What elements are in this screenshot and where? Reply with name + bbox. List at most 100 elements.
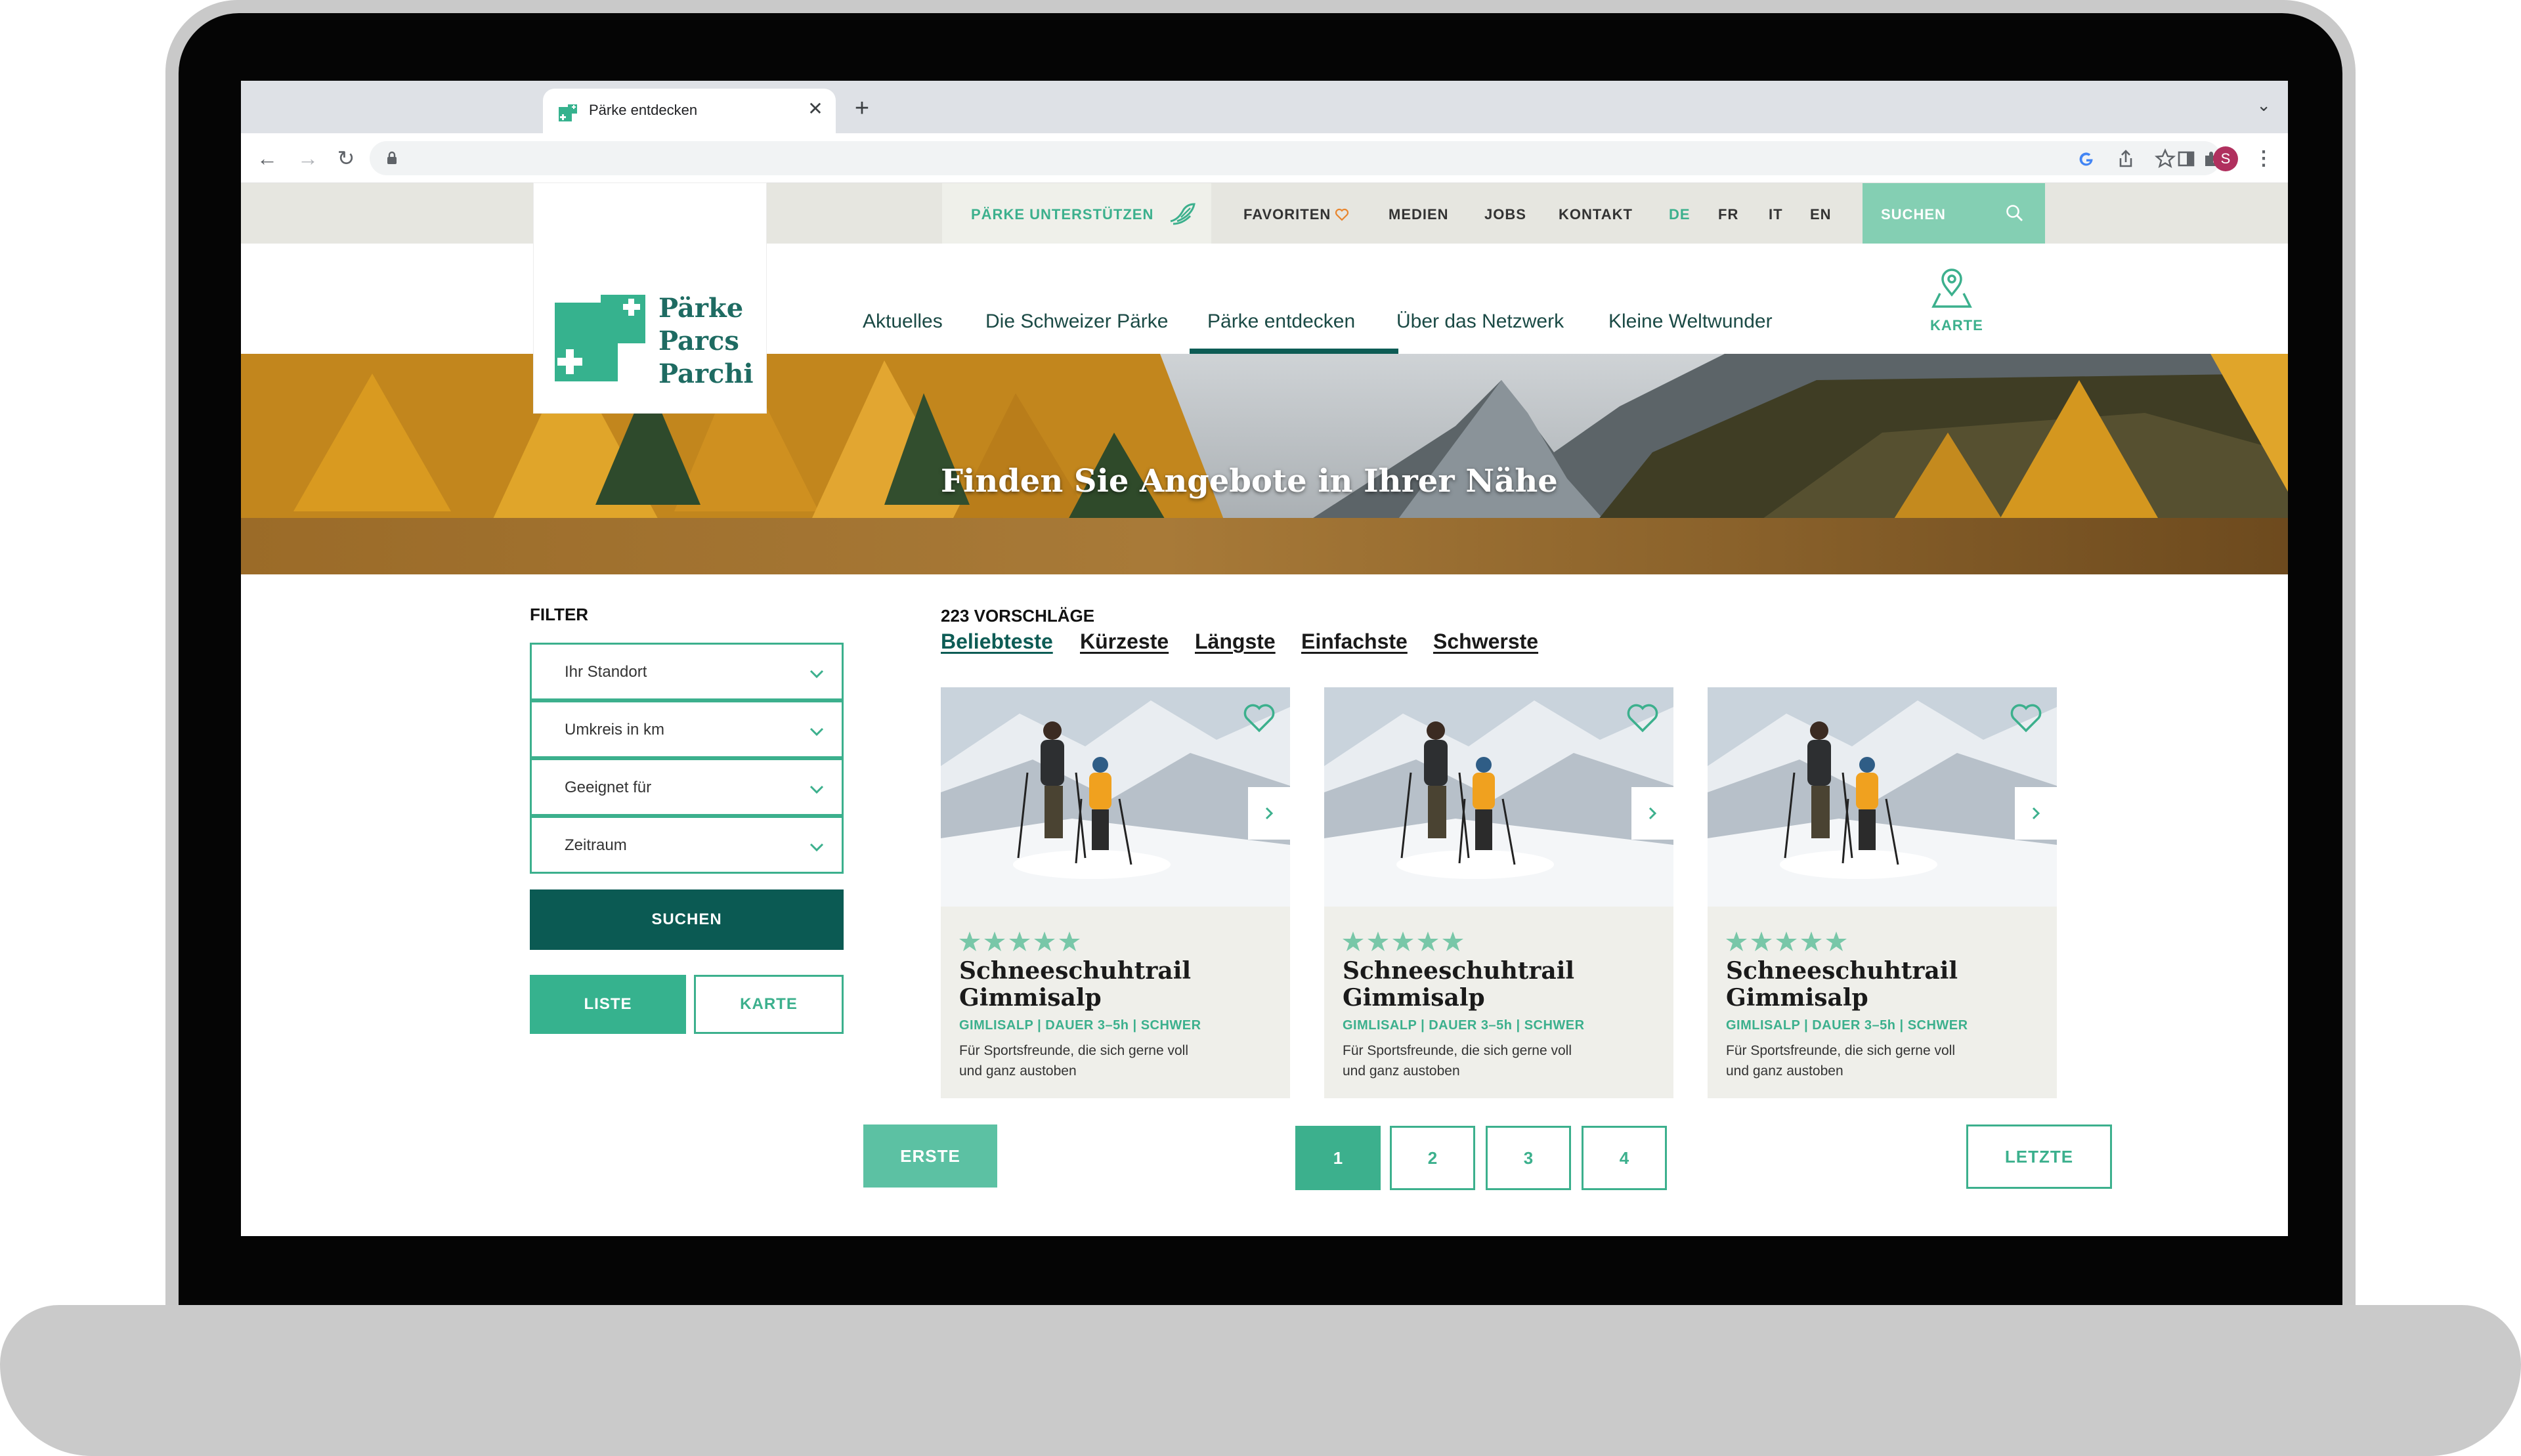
chevron-down-icon: [809, 670, 824, 679]
nav-schweizer-paerke[interactable]: Die Schweizer Pärke: [985, 310, 1168, 333]
sort-laengste[interactable]: Längste: [1195, 630, 1276, 654]
favoriten-link[interactable]: FAVORITEN: [1243, 206, 1349, 223]
tab-title: Pärke entdecken: [589, 102, 698, 118]
map-pin-icon[interactable]: [1931, 268, 1973, 310]
stage: Pärke entdecken ✕ + ⌄ ← → ↻ S ⋮ PÄRKE UN…: [0, 0, 2521, 1456]
language-it[interactable]: IT: [1769, 206, 1783, 223]
rating-stars-icon: [1726, 931, 1847, 951]
favorite-heart-icon[interactable]: [1622, 696, 1663, 737]
chevron-down-icon: [809, 843, 824, 852]
offer-card[interactable]: Schneeschuhtrail Gimmisalp GIMLISALP | D…: [1708, 687, 2057, 1098]
favorite-heart-icon[interactable]: [2006, 696, 2046, 737]
reload-icon[interactable]: ↻: [333, 145, 359, 171]
screen: Pärke entdecken ✕ + ⌄ ← → ↻ S ⋮ PÄRKE UN…: [241, 81, 2288, 1236]
language-en[interactable]: EN: [1810, 206, 1832, 223]
jobs-link[interactable]: JOBS: [1484, 206, 1526, 223]
support-link[interactable]: PÄRKE UNTERSTÜTZEN: [942, 183, 1211, 244]
logo-mark-icon: [555, 295, 645, 381]
sort-einfachste[interactable]: Einfachste: [1301, 630, 1408, 654]
google-icon[interactable]: [2074, 146, 2099, 171]
pagination-page-4[interactable]: 4: [1582, 1126, 1667, 1190]
chevron-right-icon: [1265, 807, 1274, 820]
site-favicon-icon: [559, 104, 577, 121]
image-next-button[interactable]: [2015, 787, 2057, 840]
browser-menu-icon[interactable]: ⋮: [2251, 146, 2276, 171]
lock-icon: [387, 151, 397, 164]
website: PÄRKE UNTERSTÜTZEN FAVORITEN MEDIEN JOBS…: [241, 183, 2288, 1236]
nav-kleine-weltwunder[interactable]: Kleine Weltwunder: [1608, 310, 1773, 333]
favorite-heart-icon[interactable]: [1239, 696, 1280, 737]
select-umkreis[interactable]: Umkreis in km: [530, 700, 844, 758]
back-arrow-icon[interactable]: ←: [254, 145, 280, 171]
image-next-button[interactable]: [1631, 787, 1673, 840]
logo-text-paerke: Pärke: [658, 293, 744, 324]
forward-arrow-icon[interactable]: →: [295, 145, 321, 171]
sort-schwerste[interactable]: Schwerste: [1433, 630, 1538, 654]
select-zeitraum[interactable]: Zeitraum: [530, 816, 844, 874]
language-de[interactable]: DE: [1669, 206, 1691, 223]
select-umkreis-label: Umkreis in km: [565, 721, 665, 739]
pagination-first-button[interactable]: ERSTE: [863, 1124, 997, 1188]
address-bar[interactable]: [370, 141, 2221, 175]
chevron-right-icon: [2032, 807, 2040, 820]
sort-kuerzeste[interactable]: Kürzeste: [1080, 630, 1169, 654]
site-search-button[interactable]: SUCHEN: [1863, 183, 2045, 244]
site-logo[interactable]: Pärke Parcs Parchi: [534, 183, 766, 413]
browser-tabstrip: Pärke entdecken ✕ + ⌄: [241, 81, 2288, 133]
card-title[interactable]: Schneeschuhtrail Gimmisalp: [1726, 958, 2041, 1012]
image-next-button[interactable]: [1248, 787, 1290, 840]
laptop-base: [0, 1305, 2521, 1456]
sort-beliebteste[interactable]: Beliebteste: [941, 630, 1053, 654]
favoriten-label: FAVORITEN: [1243, 206, 1331, 223]
card-title[interactable]: Schneeschuhtrail Gimmisalp: [959, 958, 1274, 1012]
card-title[interactable]: Schneeschuhtrail Gimmisalp: [1343, 958, 1658, 1012]
select-geeignet[interactable]: Geeignet für: [530, 758, 844, 816]
tab-search-chevron-icon[interactable]: ⌄: [2256, 95, 2271, 116]
snowshoe-hikers-photo: [1324, 687, 1673, 907]
view-list-button[interactable]: LISTE: [530, 975, 686, 1034]
card-meta: GIMLISALP | DAUER 3–5h | SCHWER: [959, 1018, 1201, 1033]
pagination-page-1[interactable]: 1: [1295, 1126, 1381, 1190]
hero-title: Finden Sie Angebote in Ihrer Nähe: [941, 463, 1558, 500]
select-geeignet-label: Geeignet für: [565, 779, 652, 796]
nav-ueber-das-netzwerk[interactable]: Über das Netzwerk: [1396, 310, 1564, 333]
kontakt-link[interactable]: KONTAKT: [1559, 206, 1633, 223]
offer-card[interactable]: Schneeschuhtrail Gimmisalp GIMLISALP | D…: [1324, 687, 1673, 1098]
view-map-button[interactable]: KARTE: [694, 975, 844, 1034]
logo-text-parcs: Parcs: [658, 326, 739, 356]
medien-link[interactable]: MEDIEN: [1389, 206, 1449, 223]
new-tab-icon[interactable]: +: [848, 94, 876, 123]
chevron-right-icon: [1648, 807, 1657, 820]
pagination-last-button[interactable]: LETZTE: [1966, 1124, 2112, 1189]
site-search-label: SUCHEN: [1881, 206, 1946, 223]
snowshoe-hikers-photo: [1708, 687, 2057, 907]
side-panel-icon[interactable]: [2174, 146, 2199, 171]
language-fr[interactable]: FR: [1718, 206, 1738, 223]
logo-text-parchi: Parchi: [658, 358, 754, 389]
tab-close-icon[interactable]: ✕: [804, 98, 827, 120]
select-zeitraum-label: Zeitraum: [565, 836, 627, 854]
leaf-hand-icon: [1170, 203, 1196, 225]
search-icon: [2006, 205, 2023, 221]
offer-card[interactable]: Schneeschuhtrail Gimmisalp GIMLISALP | D…: [941, 687, 1290, 1098]
map-link-label[interactable]: KARTE: [1930, 317, 1983, 334]
pagination-page-2[interactable]: 2: [1390, 1126, 1475, 1190]
card-description: Für Sportsfreunde, die sich gerne voll u…: [959, 1043, 1189, 1079]
nav-paerke-entdecken[interactable]: Pärke entdecken: [1207, 310, 1355, 333]
snowshoe-hikers-photo: [941, 687, 1290, 907]
browser-tab[interactable]: Pärke entdecken ✕: [543, 89, 836, 133]
profile-avatar[interactable]: S: [2213, 146, 2238, 171]
heart-icon: [1335, 208, 1349, 221]
pagination-page-3[interactable]: 3: [1486, 1126, 1571, 1190]
browser-toolbar: ← → ↻ S ⋮: [241, 133, 2288, 183]
card-meta: GIMLISALP | DAUER 3–5h | SCHWER: [1343, 1018, 1585, 1033]
select-standort[interactable]: Ihr Standort: [530, 643, 844, 700]
rating-stars-icon: [959, 931, 1080, 951]
select-standort-label: Ihr Standort: [565, 663, 647, 681]
filter-label: FILTER: [530, 605, 589, 624]
support-label: PÄRKE UNTERSTÜTZEN: [971, 206, 1154, 223]
nav-aktuelles[interactable]: Aktuelles: [863, 310, 943, 333]
filter-search-button[interactable]: SUCHEN: [530, 889, 844, 950]
card-description: Für Sportsfreunde, die sich gerne voll u…: [1343, 1043, 1572, 1079]
share-icon[interactable]: [2113, 146, 2138, 171]
